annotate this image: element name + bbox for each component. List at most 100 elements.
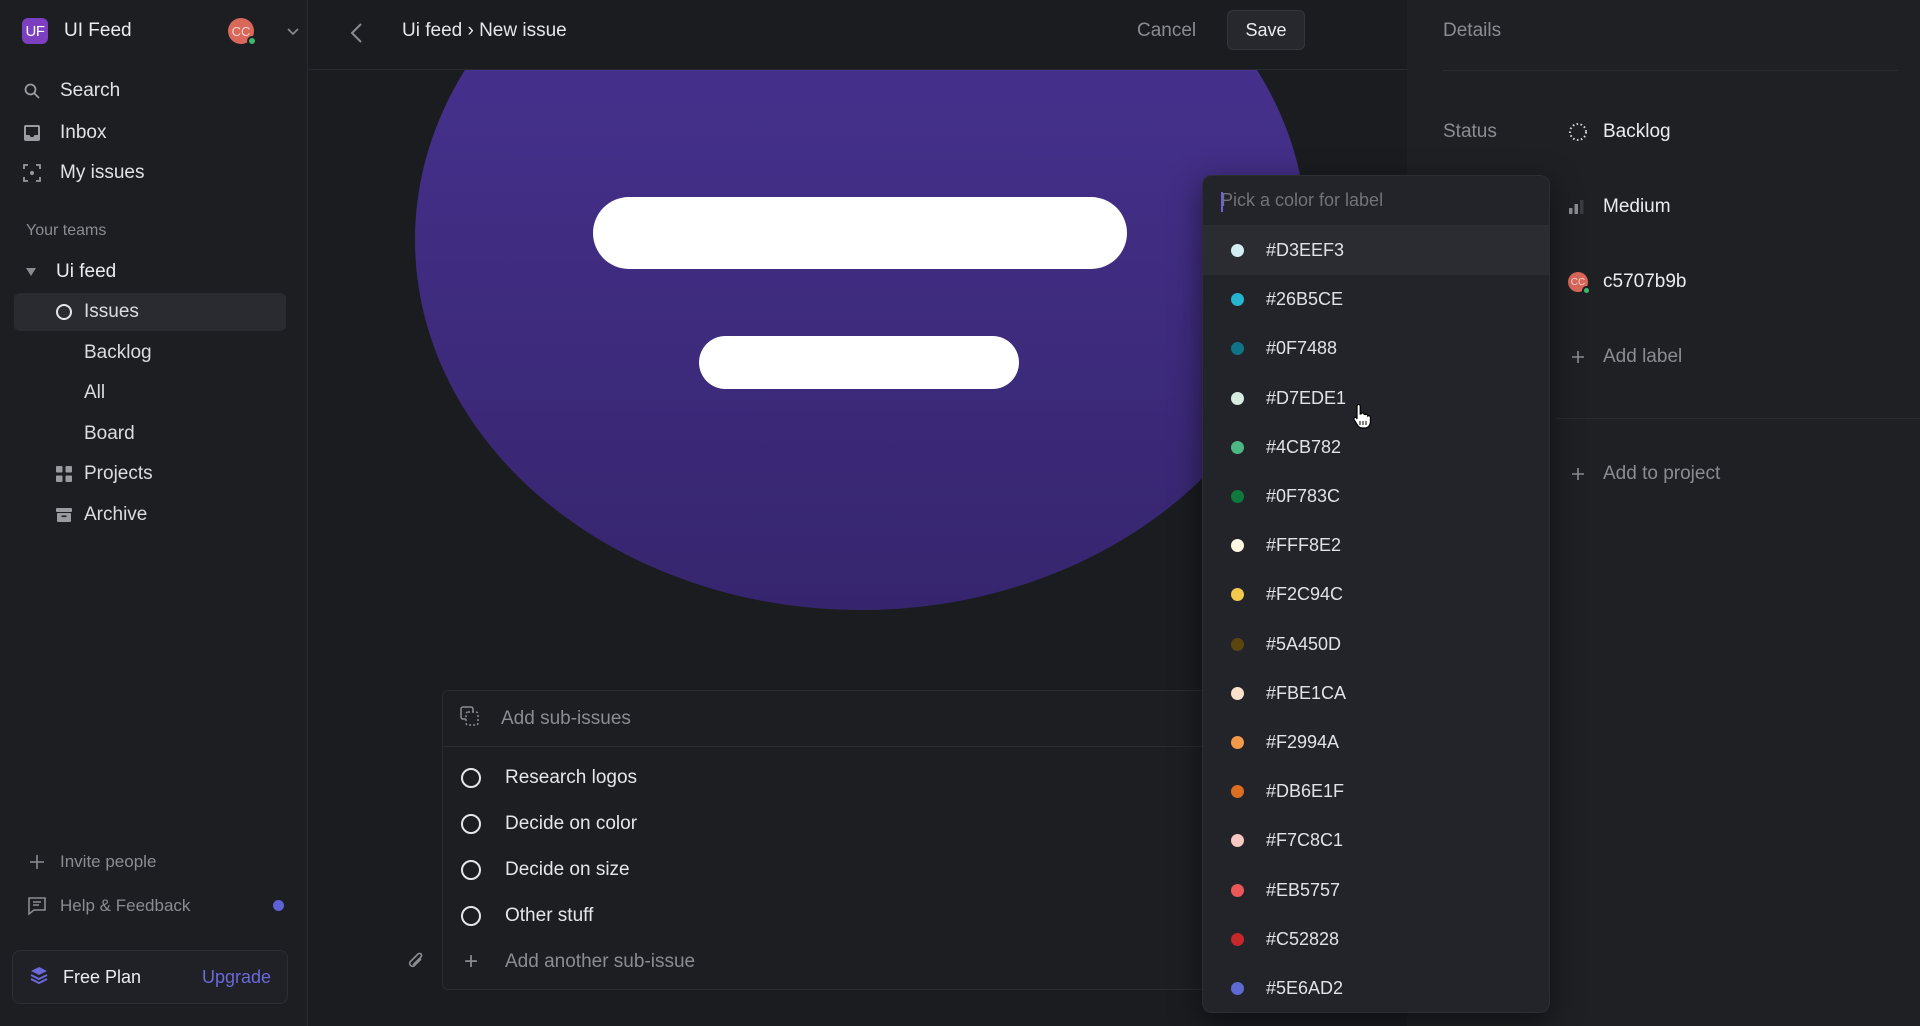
- color-hex-label: #DB6E1F: [1266, 781, 1345, 802]
- color-hex-label: #FFF8E2: [1266, 535, 1342, 556]
- color-hex-label: #5A450D: [1266, 633, 1342, 654]
- breadcrumb: Ui feed › New issue: [402, 20, 567, 41]
- color-option[interactable]: #DB6E1F: [1203, 767, 1549, 816]
- team-item-issues[interactable]: Issues: [14, 293, 286, 331]
- priority-selector[interactable]: Medium: [1567, 192, 1671, 222]
- divider: [1443, 70, 1898, 71]
- color-option[interactable]: #26B5CE: [1203, 275, 1549, 324]
- attachment-icon[interactable]: [405, 950, 427, 974]
- color-hex-label: #D3EEF3: [1266, 240, 1345, 261]
- sub-issue-title: Other stuff: [505, 905, 594, 926]
- cancel-button[interactable]: Cancel: [1137, 20, 1196, 42]
- sub-issues-icon: [459, 705, 483, 733]
- color-swatch: [1231, 686, 1244, 700]
- topbar: Ui feed › New issue Cancel Save: [309, 0, 1407, 70]
- nav-my-issues[interactable]: My issues: [22, 157, 144, 189]
- workspace-switcher[interactable]: UF UI Feed CC: [22, 16, 299, 46]
- team-item-archive[interactable]: Archive: [14, 496, 286, 534]
- upgrade-link[interactable]: Upgrade: [202, 967, 271, 988]
- color-swatch: [1231, 883, 1244, 897]
- team-item-projects[interactable]: Projects: [14, 455, 286, 493]
- nav-label: My issues: [60, 162, 145, 183]
- my-issues-icon: [22, 163, 42, 183]
- plus-icon: [1567, 346, 1589, 368]
- sub-issue-title: Decide on color: [505, 813, 638, 834]
- color-swatch: [1231, 588, 1244, 602]
- priority-value: Medium: [1603, 196, 1671, 217]
- help-feedback-button[interactable]: Help & Feedback: [26, 892, 190, 920]
- color-option[interactable]: #FFF8E2: [1203, 521, 1549, 570]
- color-option[interactable]: #F2994A: [1203, 718, 1549, 767]
- color-hex-label: #0F783C: [1266, 486, 1341, 507]
- team-ui-feed[interactable]: Ui feed: [26, 258, 116, 286]
- team-item-label: Issues: [84, 301, 139, 322]
- add-label-button[interactable]: Add label: [1567, 342, 1682, 372]
- grid-icon: [54, 464, 74, 484]
- color-option[interactable]: #D3EEF3: [1203, 226, 1549, 276]
- color-swatch: [1231, 981, 1244, 995]
- color-hex-label: #0F7488: [1266, 338, 1338, 359]
- add-label-text: Add label: [1603, 346, 1683, 367]
- color-search-input[interactable]: [1203, 176, 1549, 226]
- notification-dot: [273, 900, 284, 911]
- assignee-avatar-wrap: CC: [1567, 271, 1591, 295]
- status-circle-icon[interactable]: [461, 768, 481, 788]
- status-selector[interactable]: Backlog: [1567, 117, 1671, 147]
- invite-label: Invite people: [60, 852, 157, 871]
- plan-label: Free Plan: [63, 966, 142, 987]
- status-circle-icon[interactable]: [461, 906, 481, 926]
- color-options-list: #D3EEF3 #26B5CE #0F7488 #D7EDE1 #4CB782 #0F78…: [1203, 226, 1549, 1012]
- team-name: Ui feed: [56, 261, 117, 282]
- status-circle-icon[interactable]: [461, 860, 481, 880]
- color-option[interactable]: #4CB782: [1203, 423, 1549, 472]
- color-hex-label: #5E6AD2: [1266, 977, 1344, 998]
- app: UF UI Feed CC Search Inbox My issues You…: [0, 0, 1920, 1026]
- team-item-backlog[interactable]: Backlog: [14, 334, 286, 372]
- color-swatch: [1231, 244, 1244, 258]
- divider: [1557, 418, 1920, 419]
- color-swatch: [1231, 539, 1244, 553]
- assignee-selector[interactable]: CC c5707b9b: [1567, 267, 1686, 297]
- sub-header-label: Add sub-issues: [501, 707, 631, 729]
- plus-icon: [1567, 463, 1589, 485]
- color-swatch: [1231, 735, 1244, 749]
- color-option[interactable]: #F2C94C: [1203, 570, 1549, 619]
- help-label: Help & Feedback: [60, 896, 191, 915]
- color-option[interactable]: #F7C8C1: [1203, 816, 1549, 865]
- nav-search[interactable]: Search: [22, 75, 120, 107]
- save-button[interactable]: Save: [1227, 10, 1305, 50]
- color-hex-label: #FBE1CA: [1266, 682, 1347, 703]
- logo-bar-bottom: [699, 336, 1019, 389]
- color-swatch: [1231, 391, 1244, 405]
- nav-inbox[interactable]: Inbox: [22, 117, 106, 149]
- team-item-all[interactable]: All: [14, 374, 286, 412]
- add-to-project-button[interactable]: Add to project: [1567, 459, 1720, 489]
- color-option[interactable]: #5E6AD2: [1203, 964, 1549, 1012]
- color-hex-label: #F2994A: [1266, 731, 1340, 752]
- team-item-label: Backlog: [84, 342, 152, 363]
- color-hex-label: #C52828: [1266, 928, 1340, 949]
- status-circle-icon[interactable]: [461, 814, 481, 834]
- color-option[interactable]: #0F7488: [1203, 324, 1549, 373]
- color-option[interactable]: #FBE1CA: [1203, 669, 1549, 718]
- team-item-label: Board: [84, 423, 135, 444]
- color-swatch: [1231, 932, 1244, 946]
- color-option[interactable]: #EB5757: [1203, 865, 1549, 914]
- color-option[interactable]: #D7EDE1: [1203, 374, 1549, 423]
- invite-people-button[interactable]: Invite people: [26, 848, 156, 876]
- archive-icon: [54, 505, 74, 525]
- label-color-picker: #D3EEF3 #26B5CE #0F7488 #D7EDE1 #4CB782 #0F78…: [1202, 175, 1550, 1013]
- status-value: Backlog: [1603, 121, 1671, 142]
- team-item-label: Archive: [84, 504, 148, 525]
- color-option[interactable]: #0F783C: [1203, 472, 1549, 521]
- color-option[interactable]: #C52828: [1203, 915, 1549, 964]
- details-title: Details: [1443, 20, 1502, 41]
- color-swatch: [1231, 637, 1244, 651]
- color-option[interactable]: #5A450D: [1203, 620, 1549, 669]
- chevron-down-icon[interactable]: [284, 22, 302, 40]
- team-item-board[interactable]: Board: [14, 415, 286, 453]
- avatar-initials: CC: [231, 23, 251, 39]
- your-teams-label: Your teams: [26, 222, 107, 239]
- back-chevron-icon[interactable]: [345, 18, 369, 48]
- user-avatar[interactable]: CC: [228, 18, 257, 46]
